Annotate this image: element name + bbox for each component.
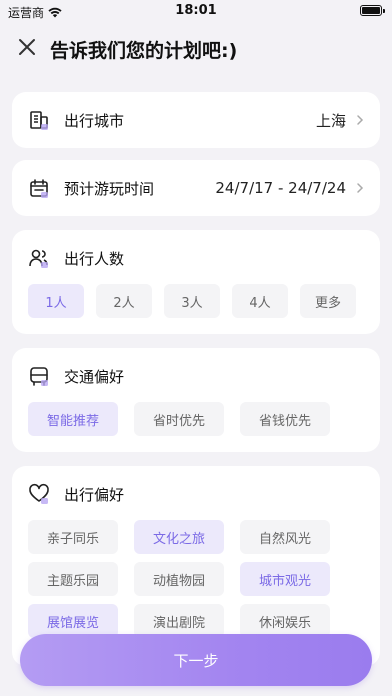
travel-pref-options: 亲子同乐 文化之旅 自然风光 主题乐园 动植物园 城市观光 展馆展览 演出剧院 …: [12, 520, 380, 638]
building-icon: [30, 111, 48, 130]
date-value: 24/7/17 - 24/7/24: [215, 179, 346, 197]
people-header: 出行人数: [12, 246, 380, 270]
transport-label: 交通偏好: [64, 367, 125, 386]
pref-option-exhibition[interactable]: 展馆展览: [28, 604, 118, 638]
battery-icon: [360, 5, 385, 16]
people-option-1[interactable]: 1人: [28, 284, 84, 318]
transport-header: 交通偏好: [12, 364, 380, 388]
heart-icon: [29, 483, 49, 504]
clock: 18:01: [175, 3, 217, 18]
pref-option-culture[interactable]: 文化之旅: [134, 520, 224, 554]
pref-option-zoo[interactable]: 动植物园: [134, 562, 224, 596]
transport-section: 交通偏好 智能推荐 省时优先 省钱优先: [12, 348, 380, 452]
transport-option-money[interactable]: 省钱优先: [240, 402, 330, 436]
transport-option-smart[interactable]: 智能推荐: [28, 402, 118, 436]
pref-option-theme-park[interactable]: 主题乐园: [28, 562, 118, 596]
date-label: 预计游玩时间: [64, 179, 155, 198]
pref-option-nature[interactable]: 自然风光: [240, 520, 330, 554]
city-row[interactable]: 出行城市 上海: [12, 92, 380, 148]
next-button[interactable]: 下一步: [20, 634, 372, 686]
people-icon: [29, 249, 48, 268]
calendar-icon: [30, 179, 48, 198]
chevron-right-icon: [357, 115, 364, 125]
bus-icon: [30, 367, 48, 386]
people-options: 1人 2人 3人 4人 更多: [12, 284, 380, 318]
travel-pref-header: 出行偏好: [12, 482, 380, 506]
people-section: 出行人数 1人 2人 3人 4人 更多: [12, 230, 380, 334]
close-icon[interactable]: [16, 36, 38, 58]
chevron-right-icon: [357, 183, 364, 193]
pref-option-city-tour[interactable]: 城市观光: [240, 562, 330, 596]
transport-option-time[interactable]: 省时优先: [134, 402, 224, 436]
people-option-3[interactable]: 3人: [164, 284, 220, 318]
city-value: 上海: [315, 111, 346, 130]
header: 告诉我们您的计划吧:): [0, 28, 392, 68]
city-label: 出行城市: [64, 111, 125, 130]
people-option-4[interactable]: 4人: [232, 284, 288, 318]
status-bar: 运营商 18:01: [0, 0, 392, 22]
page-title: 告诉我们您的计划吧:): [50, 40, 238, 62]
people-option-more[interactable]: 更多: [300, 284, 356, 318]
transport-options: 智能推荐 省时优先 省钱优先: [12, 402, 380, 436]
travel-pref-label: 出行偏好: [64, 485, 125, 504]
people-label: 出行人数: [64, 249, 125, 268]
date-row[interactable]: 预计游玩时间 24/7/17 - 24/7/24: [12, 160, 380, 216]
people-option-2[interactable]: 2人: [96, 284, 152, 318]
pref-option-theater[interactable]: 演出剧院: [134, 604, 224, 638]
pref-option-leisure[interactable]: 休闲娱乐: [240, 604, 330, 638]
pref-option-family[interactable]: 亲子同乐: [28, 520, 118, 554]
